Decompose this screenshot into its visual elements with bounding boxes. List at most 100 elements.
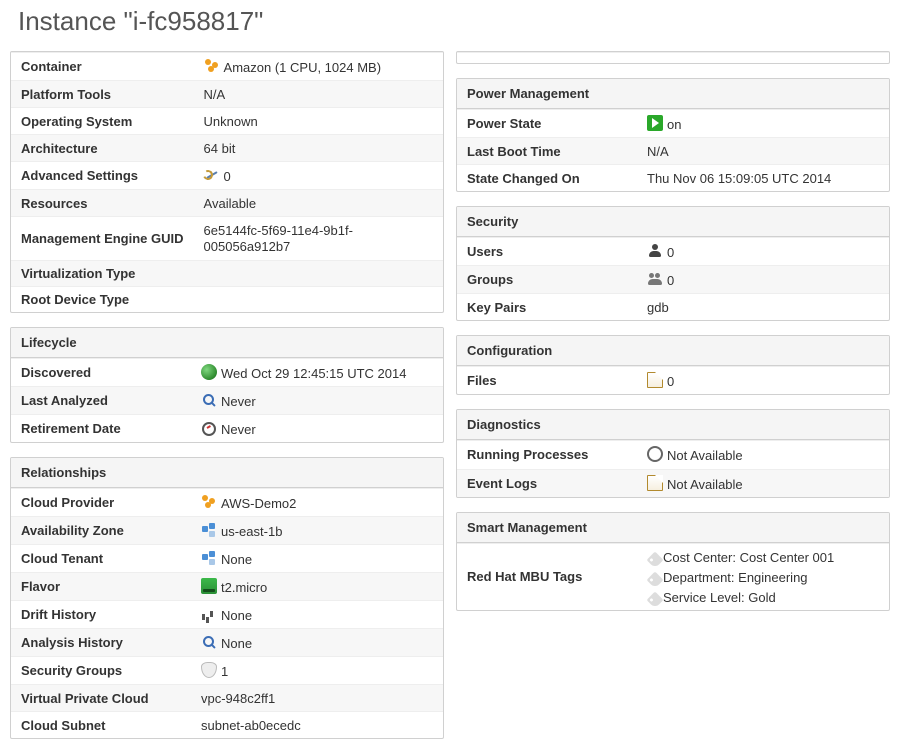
table-row: Container Amazon (1 CPU, 1024 MB) xyxy=(11,53,443,81)
row-label: Cloud Provider xyxy=(11,488,191,516)
table-row: Groups0 xyxy=(457,266,889,294)
row-value-text: Never xyxy=(221,394,256,409)
row-value: 0 xyxy=(637,367,889,395)
row-value xyxy=(194,286,443,312)
panel-header-relationships: Relationships xyxy=(11,458,443,488)
row-label: Last Boot Time xyxy=(457,138,637,165)
table-row: Management Engine GUID6e5144fc-5f69-11e4… xyxy=(11,217,443,260)
row-value: 0 xyxy=(194,162,443,190)
table-row: Running ProcessesNot Available xyxy=(457,441,889,469)
row-label: Running Processes xyxy=(457,441,637,469)
wrench-icon xyxy=(204,167,220,183)
row-label: Architecture xyxy=(11,135,194,162)
row-value: 0 xyxy=(637,266,889,294)
table-row: Root Device Type xyxy=(11,286,443,312)
row-value-text: Not Available xyxy=(667,477,743,492)
tag-item: Department: Engineering xyxy=(647,567,879,587)
panel-header-configuration: Configuration xyxy=(457,336,889,366)
row-value-text: 1 xyxy=(221,664,228,679)
row-label: Flavor xyxy=(11,572,191,600)
tag-text: Cost Center: Cost Center 001 xyxy=(663,550,834,565)
tag-icon xyxy=(647,591,664,608)
panel-header-security: Security xyxy=(457,207,889,237)
table-row: Platform Tools N/A xyxy=(11,81,443,108)
table-row: Retirement DateNever xyxy=(11,414,443,442)
table-row: Last Analyzed Never xyxy=(11,386,443,414)
row-label: Discovered xyxy=(11,358,191,386)
panel-relationships: Relationships Cloud ProviderAWS-Demo2Ava… xyxy=(10,457,444,740)
row-value: 1 xyxy=(191,657,443,685)
lifecycle-table: Discovered Wed Oct 29 12:45:15 UTC 2014 La… xyxy=(11,358,443,442)
row-label: Virtualization Type xyxy=(11,260,194,286)
table-row: Power Stateon xyxy=(457,110,889,138)
row-value-text: N/A xyxy=(204,87,226,102)
panel-overview: Container Amazon (1 CPU, 1024 MB) Platform… xyxy=(10,51,444,313)
panel-header-lifecycle: Lifecycle xyxy=(11,328,443,358)
row-value-text: Unknown xyxy=(204,114,258,129)
cubes-icon xyxy=(201,550,217,566)
row-value: on xyxy=(637,110,889,138)
table-row: Discovered Wed Oct 29 12:45:15 UTC 2014 xyxy=(11,358,443,386)
row-label: Event Logs xyxy=(457,469,637,497)
row-value-text: 64 bit xyxy=(204,141,236,156)
row-value-text: subnet-ab0ecedc xyxy=(201,718,301,733)
row-value: Available xyxy=(194,190,443,217)
row-value: None xyxy=(191,544,443,572)
disk-icon xyxy=(201,578,217,594)
row-label: Virtual Private Cloud xyxy=(11,685,191,712)
shield-icon xyxy=(201,662,217,678)
table-row: Virtual Private Cloudvpc-948c2ff1 xyxy=(11,685,443,712)
tag-text: Service Level: Gold xyxy=(663,590,776,605)
row-label: Operating System xyxy=(11,108,194,135)
row-label: Cloud Tenant xyxy=(11,544,191,572)
row-value: Not Available xyxy=(637,469,889,497)
table-row: Flavort2.micro xyxy=(11,572,443,600)
stopwatch-icon xyxy=(201,420,217,436)
file-icon xyxy=(647,372,663,388)
tag-list: Cost Center: Cost Center 001 Department: … xyxy=(647,547,879,607)
row-label: Platform Tools xyxy=(11,81,194,108)
user-icon xyxy=(647,243,663,259)
gear-icon xyxy=(647,446,663,462)
row-label: Cloud Subnet xyxy=(11,712,191,739)
table-row: Advanced Settings0 xyxy=(11,162,443,190)
group-icon xyxy=(647,271,663,287)
table-row: Virtualization Type xyxy=(11,260,443,286)
row-value-text: None xyxy=(221,552,252,567)
table-row: ResourcesAvailable xyxy=(11,190,443,217)
row-value-text: Amazon (1 CPU, 1024 MB) xyxy=(224,60,382,75)
table-row: Key Pairsgdb xyxy=(457,294,889,321)
tag-item: Service Level: Gold xyxy=(647,587,879,607)
configuration-table: Files0 xyxy=(457,366,889,394)
panel-header-diagnostics: Diagnostics xyxy=(457,410,889,440)
row-value: Never xyxy=(191,386,443,414)
row-label: Container xyxy=(11,53,194,81)
row-label: Last Analyzed xyxy=(11,386,191,414)
table-row: Cloud Subnet subnet-ab0ecedc xyxy=(11,712,443,739)
panel-lifecycle: Lifecycle Discovered Wed Oct 29 12:45:15 … xyxy=(10,327,444,443)
row-label: Analysis History xyxy=(11,629,191,657)
aws-icon xyxy=(204,58,220,74)
panel-configuration: Configuration Files0 xyxy=(456,335,890,395)
table-row: Event Logs Not Available xyxy=(457,469,889,497)
table-row: State Changed On Thu Nov 06 15:09:05 UTC … xyxy=(457,165,889,192)
row-value-text: 0 xyxy=(224,169,231,184)
row-value: subnet-ab0ecedc xyxy=(191,712,443,739)
page-title: Instance "i-fc958817" xyxy=(18,6,890,37)
row-value-text: on xyxy=(667,117,681,132)
row-value: t2.micro xyxy=(191,572,443,600)
row-value-text: us-east-1b xyxy=(221,524,282,539)
row-label: Management Engine GUID xyxy=(11,217,194,260)
row-value-text: 0 xyxy=(667,245,674,260)
tag-icon xyxy=(647,571,664,588)
row-label: State Changed On xyxy=(457,165,637,192)
table-row: Analysis HistoryNone xyxy=(11,629,443,657)
row-label: Users xyxy=(457,238,637,266)
panel-security: Security Users0Groups0Key Pairsgdb xyxy=(456,206,890,321)
row-value-text: gdb xyxy=(647,300,669,315)
security-table: Users0Groups0Key Pairsgdb xyxy=(457,237,889,320)
row-value-text: Thu Nov 06 15:09:05 UTC 2014 xyxy=(647,171,831,186)
row-value-text: Wed Oct 29 12:45:15 UTC 2014 xyxy=(221,366,406,381)
chart-icon xyxy=(201,606,217,622)
table-row: Users 0 xyxy=(457,238,889,266)
